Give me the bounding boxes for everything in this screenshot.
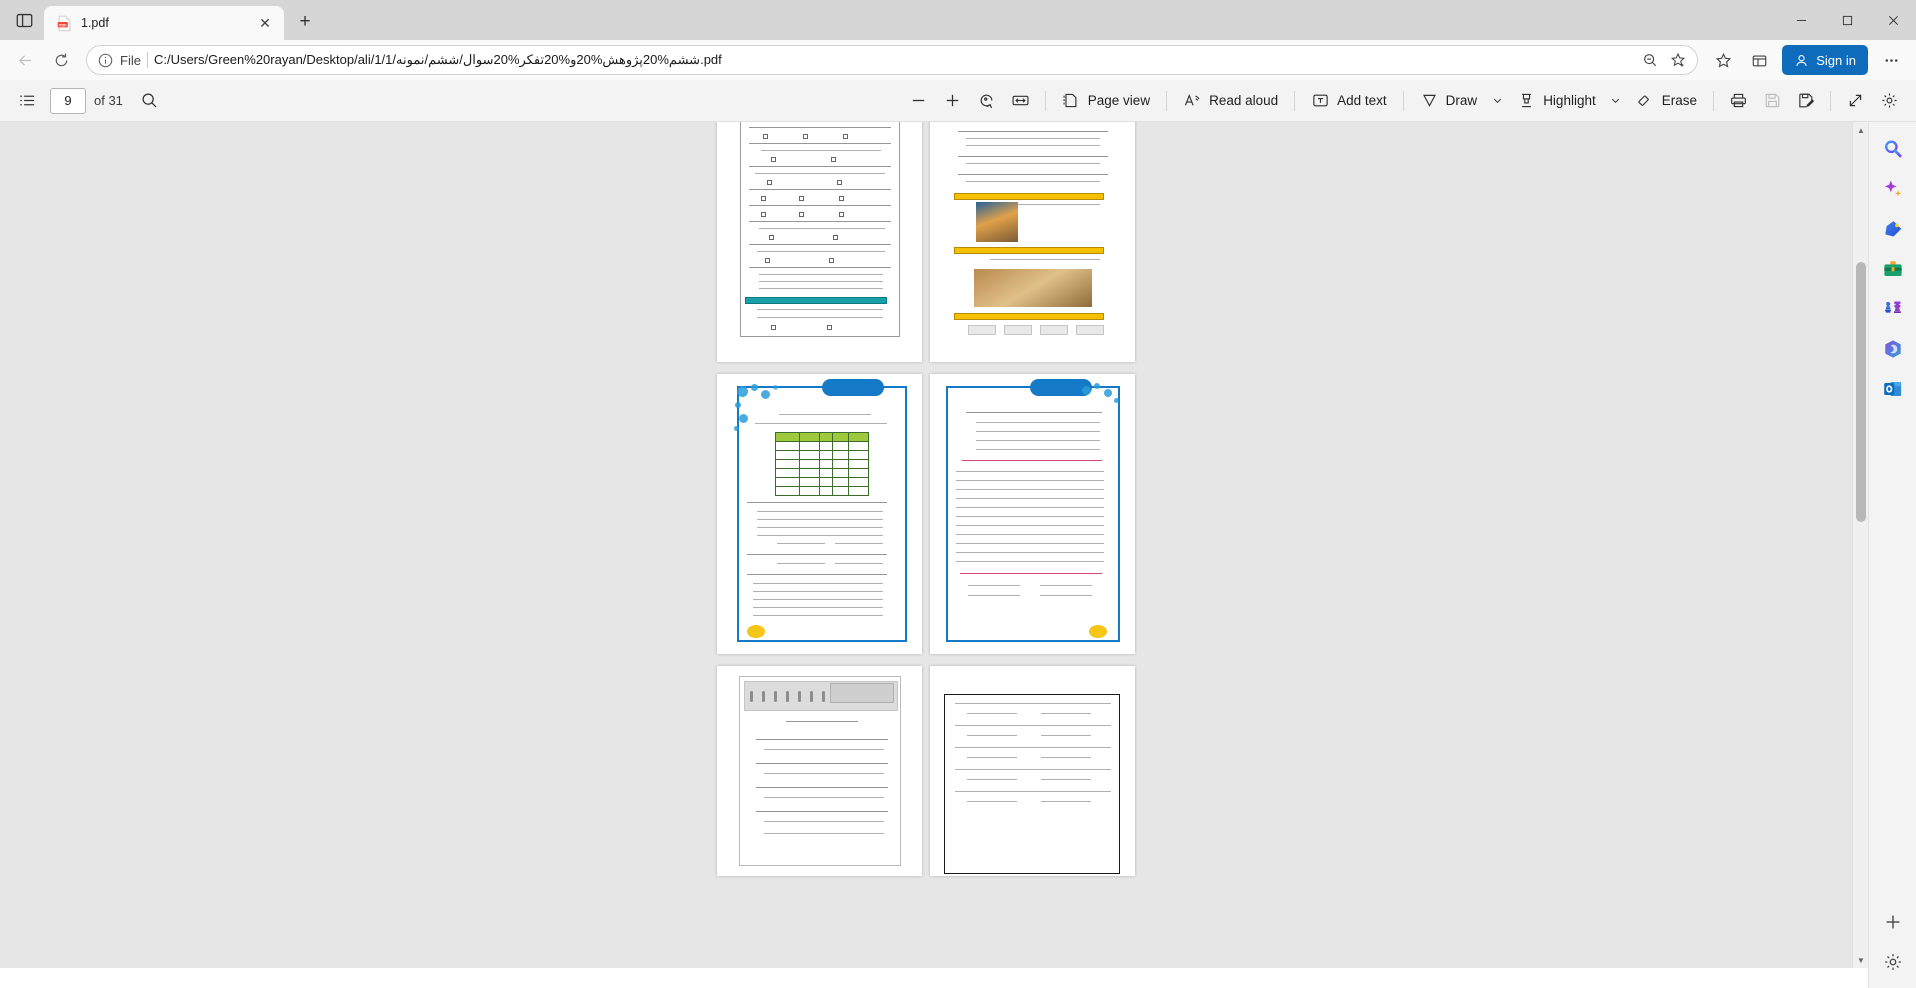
back-arrow-icon[interactable] [8,43,42,77]
rotate-icon[interactable] [970,85,1004,117]
outlook-icon[interactable] [1875,371,1911,407]
print-icon[interactable] [1721,85,1755,117]
pdf-page[interactable] [930,374,1135,654]
zoom-out-button[interactable] [902,85,936,117]
pdf-file-icon: PDF [56,15,73,32]
url-divider [146,52,148,68]
address-bar: File C:/Users/Green%20rayan/Desktop/ali/… [0,40,1916,80]
maximize-button[interactable] [1824,0,1870,40]
tab-close-icon[interactable]: ✕ [254,12,276,34]
address-bar-actions: Sign in [1706,43,1908,77]
browser-tab[interactable]: PDF 1.pdf ✕ [44,6,284,40]
close-button[interactable] [1870,0,1916,40]
url-bar[interactable]: File C:/Users/Green%20rayan/Desktop/ali/… [86,45,1699,75]
expand-icon[interactable] [1838,85,1872,117]
more-options-icon[interactable] [1874,43,1908,77]
draw-chevron-down-icon[interactable] [1486,85,1508,117]
pdf-page[interactable] [717,666,922,876]
refresh-icon[interactable] [44,43,78,77]
sign-in-button[interactable]: Sign in [1782,45,1868,75]
zoom-in-button[interactable] [936,85,970,117]
add-sidebar-app-icon[interactable] [1875,904,1911,940]
erase-button[interactable]: Erase [1627,85,1706,117]
copilot-sparkle-icon[interactable] [1875,171,1911,207]
pdf-toolbar: 9 of 31 Page view Read aloud Add text Dr… [0,80,1916,122]
page-row [717,666,1135,876]
url-text[interactable]: C:/Users/Green%20rayan/Desktop/ali/1/1/ش… [154,52,1631,68]
scroll-up-arrow[interactable]: ▲ [1853,122,1868,138]
copilot-search-icon[interactable] [1875,131,1911,167]
tab-actions-icon[interactable] [4,2,44,38]
page-total-label: of 31 [94,93,123,108]
table-of-contents-icon[interactable] [10,85,44,117]
minimize-button[interactable] [1778,0,1824,40]
pdf-page[interactable] [717,122,922,362]
page-row [717,122,1135,362]
page-view-button[interactable]: Page view [1053,85,1159,117]
page-number-input[interactable]: 9 [50,87,86,114]
erase-label: Erase [1661,93,1697,108]
document-scrollbar[interactable]: ▲ ▼ [1852,122,1868,968]
info-circle-icon[interactable] [97,52,114,69]
pdf-page[interactable] [930,122,1135,362]
zoom-out-icon[interactable] [1637,47,1663,73]
save-as-icon[interactable] [1789,85,1823,117]
pdf-page-current[interactable] [717,374,922,654]
highlight-button[interactable]: Highlight [1508,85,1605,117]
page-view-label: Page view [1087,93,1151,108]
page-row [717,374,1135,654]
save-icon [1755,85,1789,117]
draw-button[interactable]: Draw [1411,85,1487,117]
read-aloud-label: Read aloud [1209,93,1279,108]
add-text-button[interactable]: Add text [1302,85,1396,117]
scroll-down-arrow[interactable]: ▼ [1853,952,1868,968]
add-text-label: Add text [1337,93,1387,108]
edge-sidebar [1868,122,1916,988]
favorites-icon[interactable] [1706,43,1740,77]
microsoft-365-icon[interactable] [1875,331,1911,367]
games-chess-icon[interactable] [1875,291,1911,327]
sidebar-settings-icon[interactable] [1875,944,1911,980]
highlight-label: Highlight [1543,93,1596,108]
sign-in-label: Sign in [1816,52,1856,68]
url-scheme-label: File [120,52,141,68]
pdf-pages-viewport[interactable] [0,122,1852,968]
star-add-icon[interactable] [1665,47,1691,73]
window-controls [1778,0,1916,40]
scrollbar-thumb[interactable] [1856,262,1866,522]
svg-text:PDF: PDF [59,22,67,27]
tab-strip: PDF 1.pdf ✕ + [0,0,1916,40]
fit-to-width-icon[interactable] [1004,85,1038,117]
new-tab-button[interactable]: + [288,7,322,37]
read-aloud-button[interactable]: Read aloud [1174,85,1287,117]
draw-label: Draw [1445,93,1478,108]
pdf-document-area[interactable]: ▲ ▼ [0,122,1868,968]
pdf-page[interactable] [930,666,1135,876]
tools-briefcase-icon[interactable] [1875,251,1911,287]
highlight-chevron-down-icon[interactable] [1605,85,1627,117]
tab-title: 1.pdf [81,16,109,30]
search-icon[interactable] [133,85,167,117]
shopping-tag-icon[interactable] [1875,211,1911,247]
collections-icon[interactable] [1742,43,1776,77]
gear-icon[interactable] [1872,85,1906,117]
